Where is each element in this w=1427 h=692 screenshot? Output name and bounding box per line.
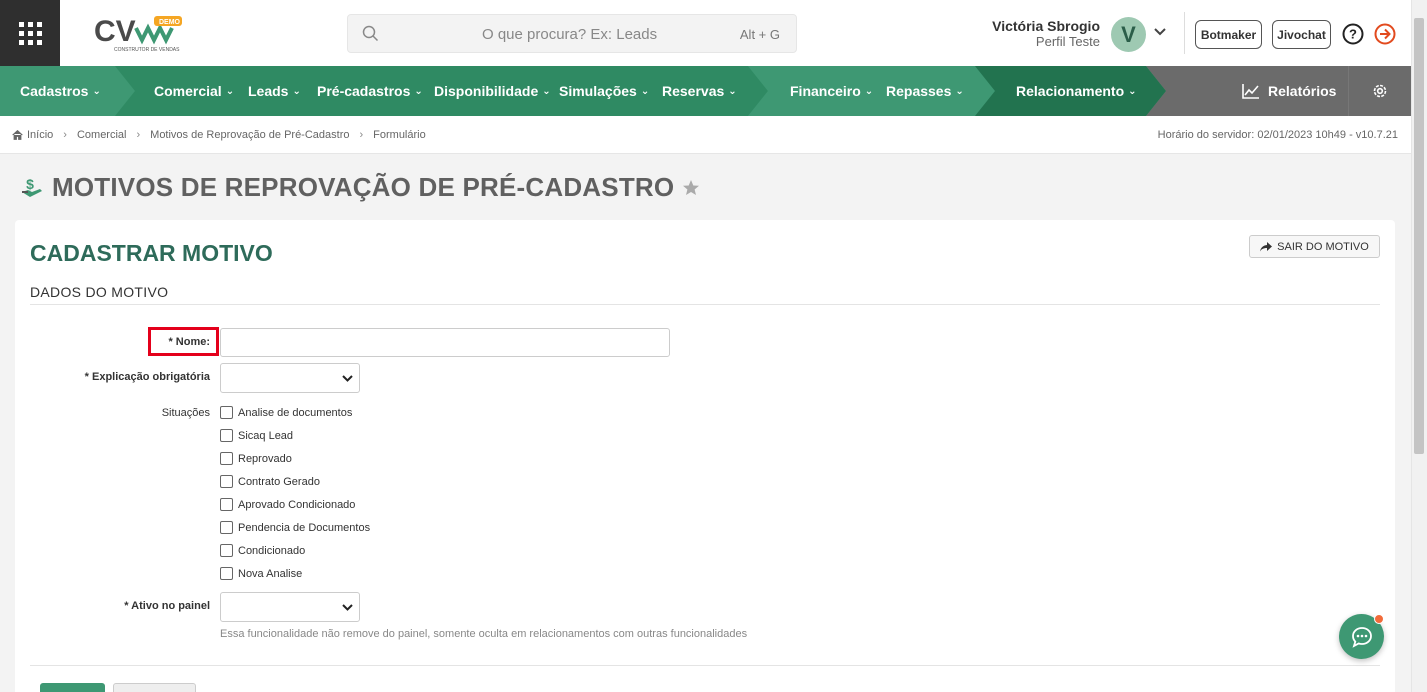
chevron-down-icon: ⌄ — [728, 85, 737, 97]
form-title: CADASTRAR MOTIVO — [30, 240, 273, 266]
top-bar: CV DEMO CONSTRUTOR DE VENDAS O que procu… — [0, 0, 1411, 67]
search-placeholder: O que procura? Ex: Leads — [482, 26, 658, 43]
chevron-down-icon: ⌄ — [955, 85, 964, 97]
chevron-down-icon: ⌄ — [864, 85, 874, 97]
chevron-right-icon: › — [136, 129, 141, 141]
nav-comercial[interactable]: Comercial ⌄ — [154, 66, 234, 116]
situacao-checkbox[interactable]: Nova Analise — [220, 567, 302, 580]
search-icon — [362, 25, 379, 42]
footer-divider — [30, 665, 1380, 666]
nav-disponibilidade[interactable]: Disponibilidade ⌄ — [434, 66, 551, 116]
situacao-checkbox[interactable]: Contrato Gerado — [220, 475, 320, 488]
chevron-down-icon: ⌄ — [414, 85, 423, 97]
situacao-checkbox[interactable]: Condicionado — [220, 544, 305, 557]
section-divider — [30, 304, 1380, 305]
header-divider — [1184, 12, 1185, 54]
logout-icon[interactable] — [1374, 22, 1396, 46]
nav-relatorios[interactable]: Relatórios — [1242, 66, 1336, 116]
breadcrumb-inicio[interactable]: Início — [27, 129, 53, 141]
server-time: Horário do servidor: 02/01/2023 10h49 - … — [1157, 129, 1398, 141]
nav-repasses[interactable]: Repasses ⌄ — [886, 66, 964, 116]
breadcrumb-formulario: Formulário — [373, 129, 426, 141]
nome-label: * Nome: — [168, 336, 210, 348]
chevron-down-icon — [342, 375, 353, 382]
nav-simulacoes[interactable]: Simulações ⌄ — [559, 66, 649, 116]
ativo-label: * Ativo no painel — [124, 600, 210, 612]
breadcrumb: Início › Comercial › Motivos de Reprovaç… — [12, 129, 426, 141]
nav-relacionamento[interactable]: Relacionamento ⌄ — [1016, 66, 1137, 116]
main-nav: Cadastros ⌄ Comercial ⌄ Leads ⌄ Pré-cadastr… — [0, 66, 1411, 116]
nav-reservas[interactable]: Reservas ⌄ — [662, 66, 737, 116]
settings-button[interactable] — [1348, 66, 1411, 116]
search-box[interactable]: O que procura? Ex: Leads Alt + G — [347, 14, 797, 53]
chevron-down-icon[interactable] — [1154, 27, 1166, 37]
situacoes-label: Situações — [161, 407, 210, 419]
chevron-down-icon: ⌄ — [640, 85, 650, 97]
situacao-checkbox[interactable]: Aprovado Condicionado — [220, 498, 355, 511]
chevron-right-icon: › — [359, 129, 364, 141]
app-window: CV DEMO CONSTRUTOR DE VENDAS O que procu… — [0, 0, 1427, 692]
logo-text: CV — [94, 15, 136, 48]
help-icon[interactable]: ? — [1342, 23, 1364, 45]
breadcrumb-bar: Início › Comercial › Motivos de Reprovaç… — [0, 116, 1411, 154]
chevron-right-icon: › — [63, 129, 67, 141]
breadcrumb-comercial[interactable]: Comercial — [77, 129, 127, 141]
nome-input[interactable] — [220, 328, 670, 357]
explicacao-select[interactable] — [220, 363, 360, 393]
search-shortcut: Alt + G — [739, 27, 780, 42]
jivochat-button[interactable]: Jivochat — [1272, 20, 1331, 49]
home-icon — [12, 130, 23, 140]
nav-financeiro[interactable]: Financeiro ⌄ — [790, 66, 873, 116]
logo-badge: DEMO — [159, 19, 181, 26]
user-name: Victória Sbrogio — [992, 18, 1100, 34]
chevron-down-icon: ⌄ — [542, 85, 551, 97]
gear-icon — [1373, 84, 1387, 98]
chat-bubble-icon — [1351, 626, 1372, 648]
ativo-help-text: Essa funcionalidade não remove do painel… — [220, 628, 748, 640]
save-button[interactable] — [40, 683, 105, 692]
situacao-checkbox[interactable]: Pendencia de Documentos — [220, 521, 370, 534]
share-icon — [1260, 241, 1273, 251]
section-title: DADOS DO MOTIVO — [30, 284, 169, 300]
ativo-select[interactable] — [220, 592, 360, 622]
situacao-checkbox[interactable]: Sicaq Lead — [220, 429, 293, 442]
cancel-button[interactable] — [113, 683, 196, 692]
chevron-down-icon: ⌄ — [225, 85, 235, 97]
chart-line-icon — [1242, 84, 1259, 99]
avatar[interactable]: V — [1111, 17, 1146, 52]
scrollbar-thumb[interactable] — [1414, 18, 1424, 454]
page-header: $ MOTIVOS DE REPROVAÇÃO DE PRÉ-CADASTRO — [20, 172, 700, 203]
botmaker-button[interactable]: Botmaker — [1195, 20, 1262, 49]
logo-tagline: CONSTRUTOR DE VENDAS — [114, 47, 180, 53]
apps-menu-button[interactable] — [0, 0, 60, 67]
chevron-down-icon: ⌄ — [292, 85, 301, 97]
chevron-down-icon: ⌄ — [1128, 85, 1137, 97]
chevron-down-icon — [342, 604, 353, 611]
grid-icon — [18, 22, 42, 45]
user-profile: Perfil Teste — [1035, 34, 1100, 49]
page-title: MOTIVOS DE REPROVAÇÃO DE PRÉ-CADASTRO — [52, 172, 675, 202]
breadcrumb-motivos[interactable]: Motivos de Reprovação de Pré-Cadastro — [150, 129, 349, 141]
nav-leads[interactable]: Leads ⌄ — [248, 66, 301, 116]
nav-pre-cadastros[interactable]: Pré-cadastros ⌄ — [317, 66, 423, 116]
situacao-checkbox[interactable]: Reprovado — [220, 452, 292, 465]
user-info[interactable]: Victória Sbrogio Perfil Teste — [992, 18, 1100, 50]
exit-button[interactable]: SAIR DO MOTIVO — [1249, 235, 1380, 258]
nav-cadastros[interactable]: Cadastros ⌄ — [20, 66, 101, 116]
explicacao-label: * Explicação obrigatória — [84, 371, 210, 383]
money-hand-icon: $ — [22, 176, 42, 197]
app-logo[interactable]: CV DEMO CONSTRUTOR DE VENDAS — [92, 14, 188, 56]
svg-text:?: ? — [1349, 27, 1357, 42]
form-card: CADASTRAR MOTIVO SAIR DO MOTIVO DADOS DO… — [15, 220, 1395, 692]
svg-text:$: $ — [26, 176, 34, 192]
situacao-checkbox[interactable]: Analise de documentos — [220, 406, 352, 419]
chevron-down-icon: ⌄ — [92, 85, 101, 97]
chat-notification-badge — [1374, 614, 1384, 624]
star-icon[interactable] — [682, 179, 700, 197]
